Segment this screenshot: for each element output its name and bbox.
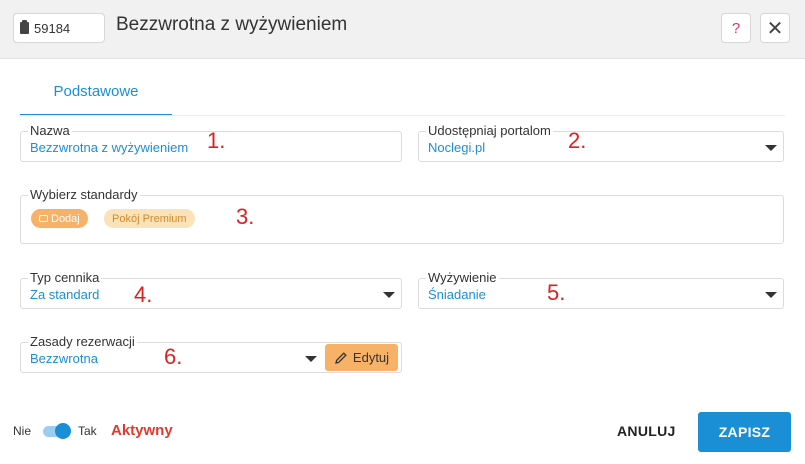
name-value: Bezzwrotna z wyżywieniem — [30, 140, 189, 155]
annotation-3: 3. — [236, 204, 255, 229]
price-type-value: Za standard — [30, 287, 100, 302]
meals-label: Wyżywienie — [426, 270, 499, 286]
standards-label: Wybierz standardy — [28, 187, 140, 203]
annotation-1: 1. — [207, 128, 226, 153]
tag-icon — [39, 215, 48, 222]
status-label: Aktywny — [111, 422, 173, 439]
price-type-label: Typ cennika — [28, 270, 102, 286]
name-label: Nazwa — [28, 123, 72, 139]
booking-rules-label: Zasady rezerwacji — [28, 334, 137, 350]
tab-divider — [20, 115, 785, 116]
toggle-off-label: Nie — [13, 424, 32, 438]
clipboard-icon — [20, 20, 29, 34]
chevron-down-icon — [765, 145, 777, 151]
record-id-badge: 59184 — [13, 13, 105, 43]
chevron-down-icon — [383, 292, 395, 298]
close-button[interactable]: ✕ — [760, 13, 790, 43]
portal-value: Noclegi.pl — [428, 140, 486, 155]
annotation-2: 2. — [568, 128, 587, 153]
active-toggle[interactable] — [43, 423, 71, 439]
edit-rules-button[interactable]: Edytuj — [325, 344, 398, 371]
dialog-title: Bezzwrotna z wyżywieniem — [116, 14, 348, 35]
annotation-6: 6. — [164, 344, 183, 369]
annotation-4: 4. — [134, 282, 153, 307]
save-button[interactable]: ZAPISZ — [698, 412, 791, 452]
price-type-select[interactable]: Typ cennika Za standard — [20, 270, 402, 309]
cancel-button[interactable]: ANULUJ — [617, 423, 676, 439]
standard-chip-label: Pokój Premium — [112, 212, 187, 225]
pencil-icon — [335, 351, 347, 364]
chevron-down-icon — [305, 356, 317, 362]
help-icon: ? — [731, 19, 741, 37]
add-standard-label: Dodaj — [51, 212, 80, 225]
standard-chip[interactable]: Pokój Premium — [104, 209, 195, 228]
meals-select[interactable]: Wyżywienie Śniadanie — [418, 270, 784, 309]
toggle-on-label: Tak — [78, 424, 97, 438]
tab-podstawowe[interactable]: Podstawowe — [20, 68, 172, 116]
toggle-knob — [55, 423, 71, 439]
annotation-5: 5. — [547, 280, 566, 305]
meals-value: Śniadanie — [428, 287, 486, 302]
chevron-down-icon — [765, 292, 777, 298]
edit-rules-label: Edytuj — [352, 350, 390, 365]
dialog-header: 59184 Bezzwrotna z wyżywieniem ? ✕ — [0, 0, 805, 59]
add-standard-button[interactable]: Dodaj — [31, 209, 88, 228]
booking-rules-value: Bezzwrotna — [30, 351, 98, 366]
record-id: 59184 — [34, 20, 71, 36]
close-icon: ✕ — [766, 17, 784, 40]
portal-select[interactable]: Udostępniaj portalom Noclegi.pl — [418, 123, 784, 162]
help-button[interactable]: ? — [721, 13, 751, 43]
tab-label: Podstawowe — [53, 82, 139, 100]
portal-label: Udostępniaj portalom — [426, 123, 553, 139]
